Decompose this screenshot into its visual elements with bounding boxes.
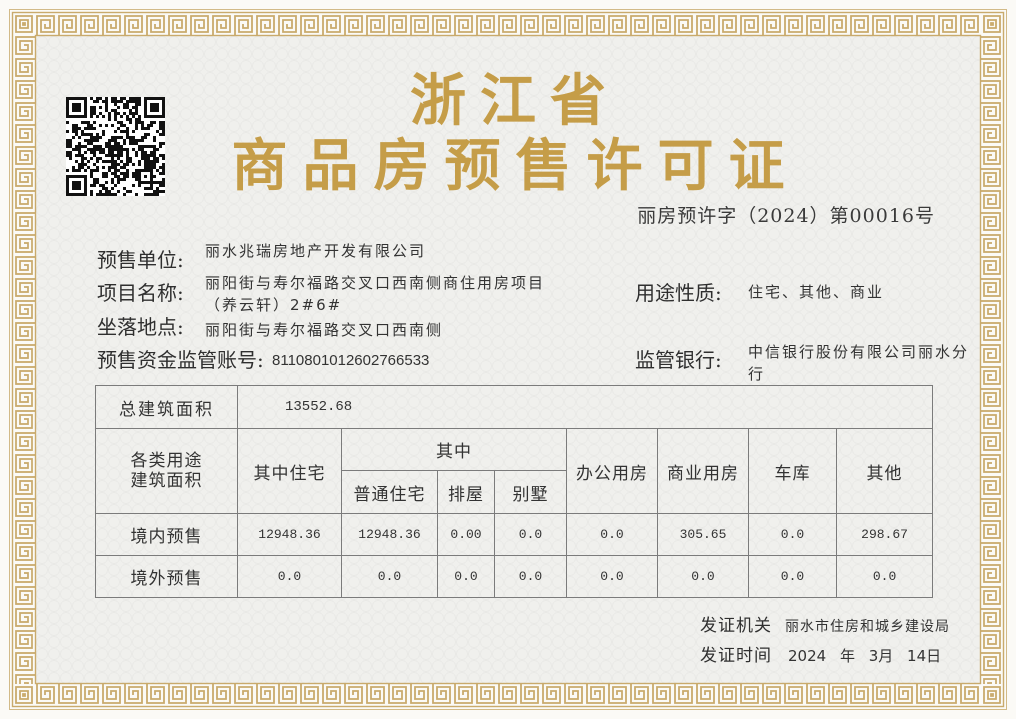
other-header: 其他 bbox=[835, 428, 934, 514]
presale-unit-label: 预售单位: bbox=[97, 248, 184, 272]
table-cell: 0.0 bbox=[566, 555, 658, 598]
villa-header: 别墅 bbox=[494, 470, 567, 514]
presale-unit-value: 丽水兆瑞房地产开发有限公司 bbox=[205, 242, 427, 260]
table-cell: 0.0 bbox=[566, 513, 658, 556]
townhouse-header: 排屋 bbox=[437, 470, 495, 514]
table-cell: 305.65 bbox=[657, 513, 749, 556]
table-cell: 0.0 bbox=[237, 555, 342, 598]
table-cell: 12948.36 bbox=[341, 513, 438, 556]
total-area-label: 总建筑面积 bbox=[95, 385, 238, 429]
project-name-value-line-2: （养云轩）2#6# bbox=[205, 296, 343, 314]
office-header: 办公用房 bbox=[566, 428, 658, 514]
issue-date: 2024 年 3月 14日 bbox=[788, 647, 942, 665]
table-cell: 0.0 bbox=[494, 513, 567, 556]
table-cell: 12948.36 bbox=[237, 513, 342, 556]
location-value: 丽阳街与寿尔福路交叉口西南侧 bbox=[205, 321, 444, 339]
supervising-bank-label: 监管银行: bbox=[635, 348, 722, 372]
usage-label: 用途性质: bbox=[635, 281, 722, 305]
location-label: 坐落地点: bbox=[97, 315, 184, 339]
total-area-value: 13552.68 bbox=[236, 385, 934, 429]
usage-value: 住宅、其他、商业 bbox=[748, 283, 885, 301]
table-cell: 0.0 bbox=[341, 555, 438, 598]
table-cell: 0.0 bbox=[835, 555, 934, 598]
construction-area-table: 总建筑面积 13552.68 各类用途 建筑面积 其中住宅 其中 办公用房 商业… bbox=[95, 385, 934, 598]
commercial-header: 商业用房 bbox=[657, 428, 749, 514]
issuing-authority: 丽水市住房和城乡建设局 bbox=[785, 619, 950, 635]
residential-total-header: 其中住宅 bbox=[237, 428, 342, 514]
supervising-bank-value-line-2: 行 bbox=[748, 365, 766, 383]
escrow-account-value: 8110801012602766533 bbox=[272, 352, 430, 369]
permit-number: 丽房预许字（2024）第00016号 bbox=[637, 205, 935, 227]
supervising-bank-value-line-1: 中信银行股份有限公司丽水分 bbox=[748, 343, 970, 361]
escrow-account-label: 预售资金监管账号: bbox=[97, 348, 264, 372]
issue-date-label: 发证时间 bbox=[700, 646, 772, 666]
table-cell: 0.0 bbox=[657, 555, 749, 598]
project-name-label: 项目名称: bbox=[97, 281, 184, 305]
category-header: 各类用途 建筑面积 bbox=[95, 428, 238, 514]
table-cell: 298.67 bbox=[835, 513, 934, 556]
ordinary-housing-header: 普通住宅 bbox=[341, 470, 438, 514]
table-cell: 0.0 bbox=[437, 555, 495, 598]
header-row-upper: 各类用途 建筑面积 其中住宅 其中 办公用房 商业用房 车库 其他 bbox=[95, 428, 934, 514]
table-cell: 0.0 bbox=[748, 513, 837, 556]
row-label: 境外预售 bbox=[95, 555, 238, 598]
of-which-header: 其中 bbox=[341, 428, 567, 471]
row-label: 境内预售 bbox=[95, 513, 238, 556]
issuing-authority-label: 发证机关 bbox=[700, 616, 772, 636]
table-row: 境内预售 12948.36 12948.36 0.00 0.0 0.0 305.… bbox=[95, 513, 934, 556]
qr-code bbox=[66, 97, 165, 196]
garage-header: 车库 bbox=[748, 428, 837, 514]
project-name-value-line-1: 丽阳街与寿尔福路交叉口西南侧商住用房项目 bbox=[205, 274, 546, 292]
total-area-row: 总建筑面积 13552.68 bbox=[95, 385, 934, 429]
table-row: 境外预售 0.0 0.0 0.0 0.0 0.0 0.0 0.0 0.0 bbox=[95, 555, 934, 598]
table-cell: 0.00 bbox=[437, 513, 495, 556]
table-cell: 0.0 bbox=[748, 555, 837, 598]
table-cell: 0.0 bbox=[494, 555, 567, 598]
category-header-line-1: 各类用途 bbox=[130, 451, 203, 471]
category-header-line-2: 建筑面积 bbox=[130, 471, 203, 491]
